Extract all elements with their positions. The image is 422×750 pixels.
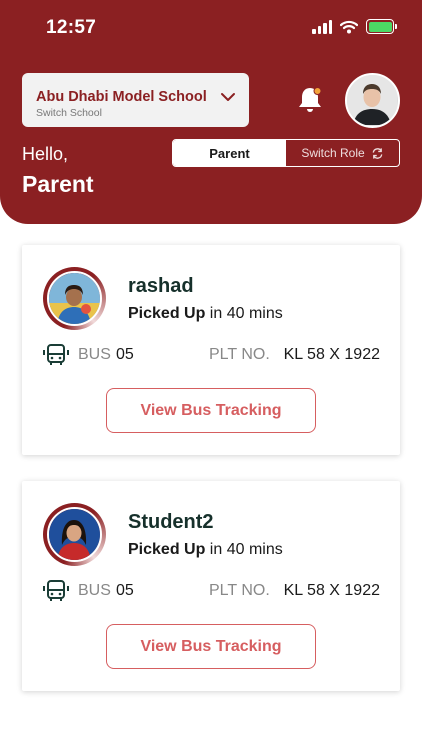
signal-icon xyxy=(312,19,332,34)
student-card: rashad Picked Up in 40 mins BUS 05 PLT N… xyxy=(22,245,400,455)
plate-label: PLT NO. xyxy=(209,346,270,363)
bus-info-row: BUS 05 PLT NO. KL 58 X 1922 xyxy=(42,580,380,602)
student-card: Student2 Picked Up in 40 mins BUS 05 PLT… xyxy=(22,481,400,691)
bus-number: 05 xyxy=(116,582,134,599)
view-bus-tracking-button[interactable]: View Bus Tracking xyxy=(106,388,316,433)
student-avatar xyxy=(43,503,106,566)
bus-icon xyxy=(43,580,69,601)
plate-number: KL 58 X 1922 xyxy=(283,346,380,363)
student-avatar xyxy=(43,267,106,330)
user-photo xyxy=(347,75,397,125)
avatar[interactable] xyxy=(345,73,400,128)
pickup-status-label: Picked Up xyxy=(128,541,206,558)
pickup-eta: in 40 mins xyxy=(205,541,283,558)
header: 12:57 Abu Dhabi Model School Switch Scho… xyxy=(0,0,422,224)
greeting: Hello, xyxy=(22,144,69,164)
bus-icon xyxy=(43,344,69,365)
role-toggle: Parent Switch Role xyxy=(172,139,400,167)
bus-label: BUS xyxy=(78,582,111,599)
user-role-name: Parent xyxy=(22,171,94,197)
pickup-status-label: Picked Up xyxy=(128,305,206,322)
pickup-status: Picked Up in 40 mins xyxy=(128,305,283,323)
status-time: 12:57 xyxy=(46,17,97,38)
view-bus-tracking-button[interactable]: View Bus Tracking xyxy=(106,624,316,669)
school-switcher[interactable]: Abu Dhabi Model School Switch School xyxy=(22,73,249,127)
switch-school-label: Switch School xyxy=(36,107,102,119)
pickup-status: Picked Up in 40 mins xyxy=(128,541,283,559)
switch-role-label: Switch Role xyxy=(301,146,365,160)
bus-number: 05 xyxy=(116,346,134,363)
chevron-down-icon xyxy=(221,93,235,101)
bus-label: BUS xyxy=(78,346,111,363)
bell-icon[interactable] xyxy=(295,85,325,115)
student-photo xyxy=(49,509,100,560)
wifi-icon xyxy=(340,20,358,33)
school-name: Abu Dhabi Model School xyxy=(36,89,207,105)
plate-label: PLT NO. xyxy=(209,582,270,599)
refresh-icon xyxy=(372,147,382,159)
student-photo xyxy=(49,273,100,324)
student-name: Student2 xyxy=(128,511,214,533)
role-parent-tab[interactable]: Parent xyxy=(173,140,286,166)
bus-info-row: BUS 05 PLT NO. KL 58 X 1922 xyxy=(42,344,380,366)
battery-icon xyxy=(366,19,397,34)
plate-number: KL 58 X 1922 xyxy=(283,582,380,599)
status-icons xyxy=(312,19,397,34)
pickup-eta: in 40 mins xyxy=(205,305,283,322)
student-name: rashad xyxy=(128,275,194,297)
switch-role-button[interactable]: Switch Role xyxy=(286,140,399,166)
